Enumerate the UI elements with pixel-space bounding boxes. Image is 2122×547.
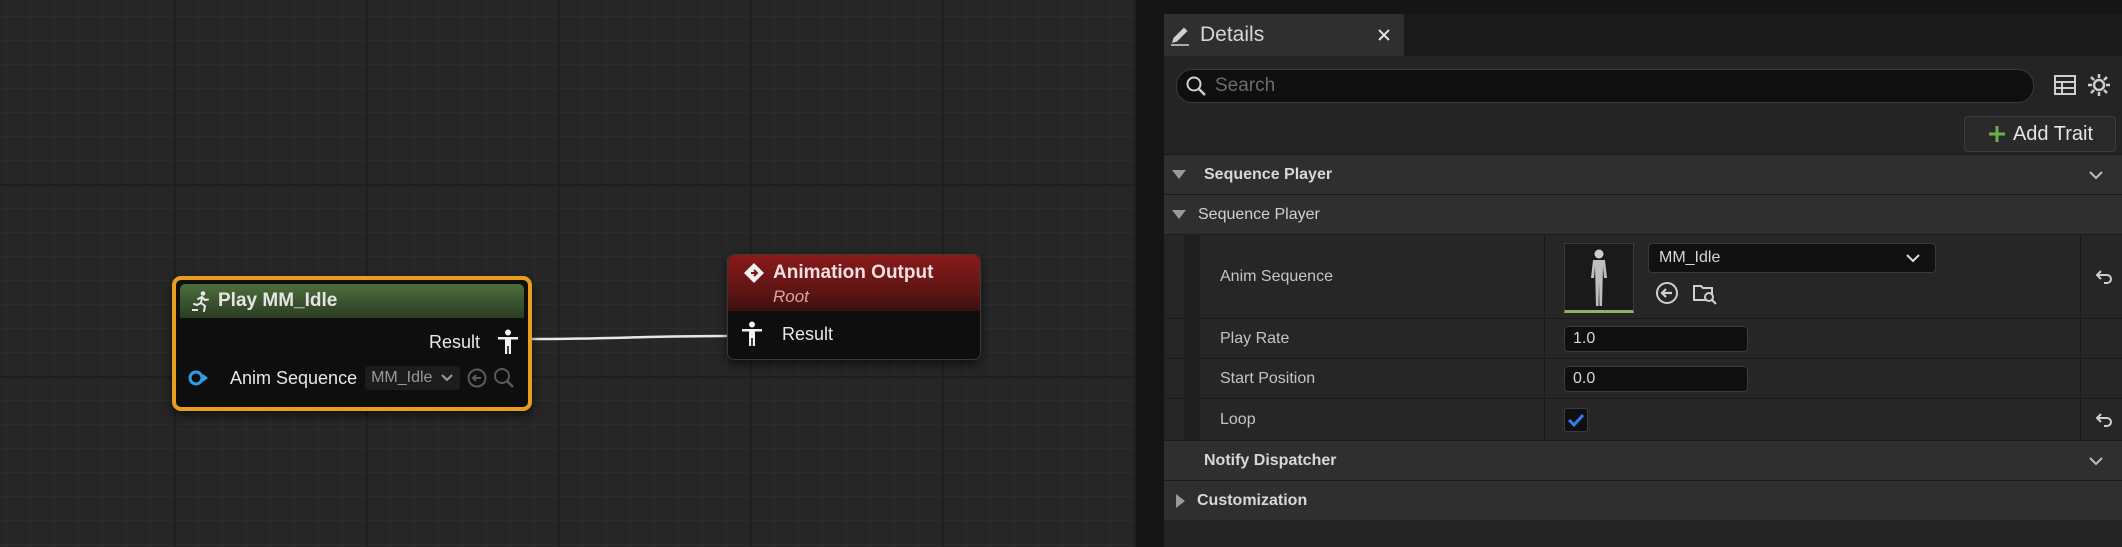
add-trait-label: Add Trait	[2012, 122, 2094, 145]
property-row-play-rate: Play Rate 1.0	[1164, 318, 2122, 358]
start-position-field[interactable]: 0.0	[1564, 366, 1748, 392]
play-node-title: Play MM_Idle	[218, 290, 338, 311]
play-sequence-node[interactable]: Play MM_Idle Result Anim Sequence MM_Idl…	[172, 276, 532, 411]
column-splitter[interactable]	[2080, 235, 2081, 318]
browse-asset-icon[interactable]	[492, 366, 516, 390]
result-output-pin[interactable]: Result	[429, 329, 520, 355]
animation-output-node[interactable]: Animation Output Root Result	[727, 254, 981, 360]
chevron-down-icon[interactable]	[2088, 456, 2104, 466]
sequence-player-trait-header[interactable]: Sequence Player	[1164, 154, 2122, 194]
sequence-player-category-header[interactable]: Sequence Player	[1164, 194, 2122, 234]
column-splitter[interactable]	[1544, 359, 1545, 398]
result-pin-label: Result	[428, 331, 480, 352]
column-splitter[interactable]	[1544, 399, 1545, 440]
details-panel: Details Add Trait Sequence Player	[1164, 0, 2122, 547]
panel-top-bar	[1164, 0, 2122, 14]
expand-arrow-icon[interactable]	[1172, 170, 1186, 179]
gear-icon[interactable]	[2086, 72, 2112, 98]
anim-sequence-thumbnail[interactable]	[1564, 243, 1634, 313]
column-splitter[interactable]	[2080, 399, 2081, 440]
property-row-start-position: Start Position 0.0	[1164, 358, 2122, 398]
expand-arrow-icon[interactable]	[1172, 210, 1186, 219]
chevron-down-icon[interactable]	[2088, 170, 2104, 180]
diamond-icon	[744, 263, 764, 283]
reset-to-default-icon[interactable]	[2094, 268, 2114, 286]
sequence-player-trait-title: Sequence Player	[1204, 165, 1333, 183]
output-result-pin-label: Result	[782, 323, 834, 344]
play-rate-label: Play Rate	[1220, 329, 1290, 347]
customization-title: Customization	[1197, 491, 1308, 509]
use-selected-asset-icon[interactable]	[466, 367, 488, 389]
output-node-header[interactable]: Animation Output Root	[728, 255, 980, 311]
notify-dispatcher-header[interactable]: Notify Dispatcher	[1164, 440, 2122, 480]
column-splitter[interactable]	[2080, 319, 2081, 358]
table-icon[interactable]	[2052, 72, 2078, 98]
property-row-anim-sequence: Anim Sequence MM_Idle	[1164, 234, 2122, 318]
play-node-header[interactable]: Play MM_Idle	[180, 284, 524, 318]
pose-figure-icon	[498, 329, 518, 354]
column-splitter[interactable]	[1544, 319, 1545, 358]
details-tab-label: Details	[1200, 23, 1265, 46]
details-search-box[interactable]	[1176, 69, 2034, 103]
object-pin-icon[interactable]	[188, 370, 210, 386]
indent-bar	[1184, 399, 1200, 440]
anim-sequence-pin-dropdown[interactable]: MM_Idle	[365, 366, 461, 390]
column-splitter[interactable]	[1544, 235, 1545, 318]
play-rate-field[interactable]: 1.0	[1564, 326, 1748, 352]
sequence-player-category-title: Sequence Player	[1198, 205, 1320, 223]
column-splitter[interactable]	[2080, 359, 2081, 398]
output-node-title: Animation Output	[773, 262, 934, 283]
start-position-label: Start Position	[1220, 369, 1316, 387]
customization-header[interactable]: Customization	[1164, 480, 2122, 520]
plus-icon	[1988, 126, 2005, 142]
anim-graph-canvas[interactable]: Play MM_Idle Result Anim Sequence MM_Idl…	[0, 0, 1136, 547]
search-input[interactable]	[1213, 74, 2017, 98]
anim-sequence-input-pin[interactable]: Anim Sequence MM_Idle	[188, 366, 516, 390]
anim-sequence-asset-value: MM_Idle	[1659, 249, 1721, 266]
running-figure-icon	[192, 291, 209, 312]
anim-sequence-label: Anim Sequence	[1220, 267, 1333, 285]
indent-bar	[1184, 235, 1200, 318]
add-trait-button[interactable]: Add Trait	[1964, 116, 2116, 152]
use-selected-asset-icon[interactable]	[1654, 280, 1680, 306]
pencil-icon	[1171, 27, 1189, 46]
search-icon	[1186, 76, 1206, 96]
chevron-down-icon	[1906, 254, 1920, 263]
loop-label: Loop	[1220, 410, 1256, 428]
reset-to-default-icon[interactable]	[2094, 411, 2114, 429]
loop-checkbox[interactable]	[1564, 408, 1588, 432]
pose-figure-icon	[742, 321, 762, 346]
mannequin-thumbnail-icon	[1591, 249, 1607, 306]
result-input-pin[interactable]: Result	[740, 321, 833, 347]
browse-asset-icon[interactable]	[1692, 280, 1718, 306]
anim-sequence-asset-dropdown[interactable]: MM_Idle	[1648, 243, 1936, 273]
notify-dispatcher-title: Notify Dispatcher	[1204, 451, 1337, 469]
property-row-loop: Loop	[1164, 398, 2122, 440]
output-node-subtitle: Root	[773, 287, 809, 306]
tab-details[interactable]: Details	[1164, 14, 1404, 56]
checkmark-icon	[1567, 413, 1585, 428]
anim-sequence-pin-label: Anim Sequence	[230, 367, 358, 388]
panel-empty-area	[1164, 521, 2122, 547]
indent-bar	[1184, 319, 1200, 358]
collapsed-arrow-icon[interactable]	[1176, 493, 1185, 508]
close-icon[interactable]	[1376, 27, 1392, 43]
anim-sequence-pin-value: MM_Idle	[371, 369, 433, 386]
panel-splitter[interactable]	[1136, 0, 1164, 547]
chevron-down-icon	[441, 374, 454, 382]
tab-strip-empty	[1404, 14, 2122, 56]
indent-bar	[1184, 359, 1200, 398]
